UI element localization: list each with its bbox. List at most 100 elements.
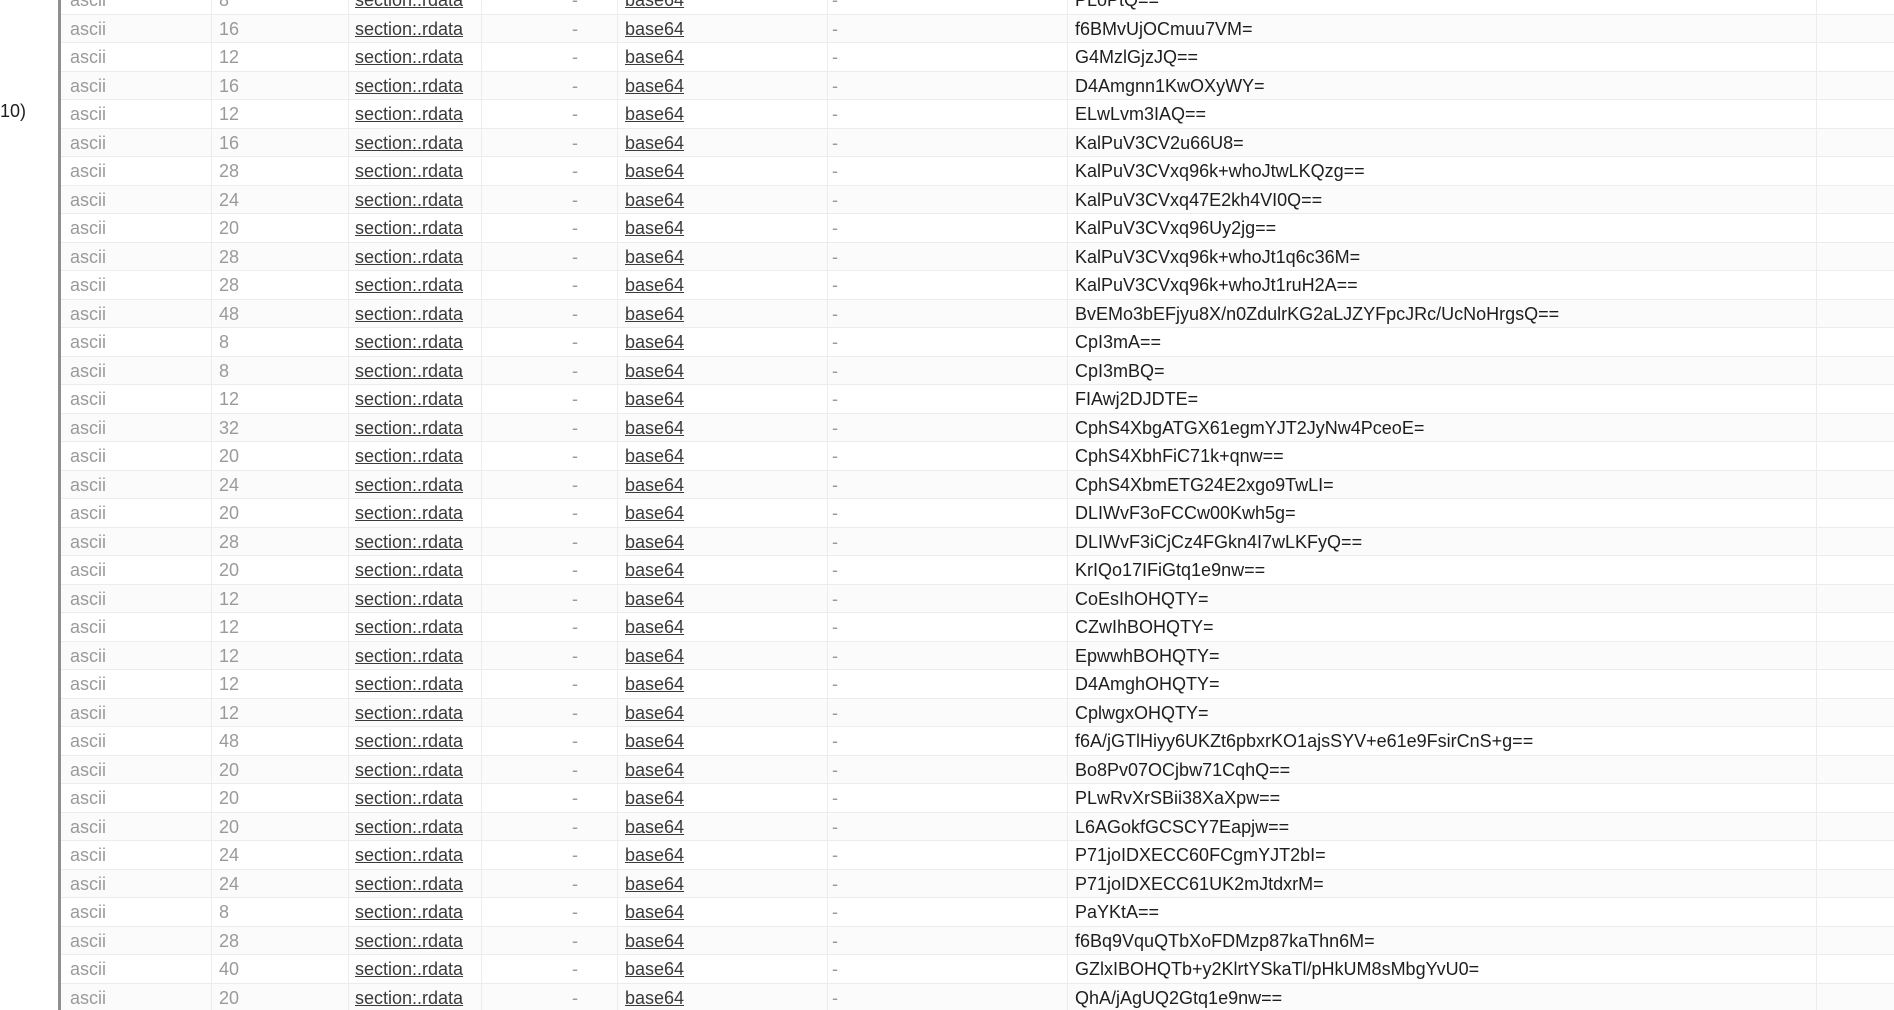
cell-encoding-link[interactable]: base64 <box>625 841 775 870</box>
table-row[interactable]: ascii 12 section:.rdata - base64 - CoEsIhOHQTY… <box>61 584 1894 614</box>
cell-location-link[interactable]: section:.rdata <box>355 984 535 1010</box>
cell-encoding-link[interactable]: base64 <box>625 214 775 243</box>
cell-encoding-link[interactable]: base64 <box>625 955 775 984</box>
cell-location-link[interactable]: section:.rdata <box>355 271 535 300</box>
cell-location-link[interactable]: section:.rdata <box>355 15 535 44</box>
table-row[interactable]: ascii 8 section:.rdata - base64 - PaYKtA== <box>61 898 1894 927</box>
cell-location-link[interactable]: section:.rdata <box>355 157 535 186</box>
cell-location-link[interactable]: section:.rdata <box>355 727 535 756</box>
table-row[interactable]: ascii 28 section:.rdata - base64 - KalPuV3CVxq… <box>61 271 1894 300</box>
table-row[interactable]: ascii 20 section:.rdata - base64 - KrIQo17IFiG… <box>61 556 1894 585</box>
table-row[interactable]: ascii 48 section:.rdata - base64 - BvEMo3bEFjy… <box>61 299 1894 329</box>
cell-encoding-link[interactable]: base64 <box>625 898 775 927</box>
cell-location-link[interactable]: section:.rdata <box>355 898 535 927</box>
table-row[interactable]: ascii 16 section:.rdata - base64 - KalPuV3CV2u… <box>61 128 1894 158</box>
cell-location-link[interactable]: section:.rdata <box>355 186 535 215</box>
cell-encoding-link[interactable]: base64 <box>625 870 775 899</box>
table-row[interactable]: ascii 20 section:.rdata - base64 - KalPuV3CVxq… <box>61 214 1894 243</box>
table-row[interactable]: ascii 8 section:.rdata - base64 - CpI3mBQ= <box>61 356 1894 386</box>
cell-encoding-link[interactable]: base64 <box>625 271 775 300</box>
cell-location-link[interactable]: section:.rdata <box>355 129 535 158</box>
cell-location-link[interactable]: section:.rdata <box>355 414 535 443</box>
cell-location-link[interactable]: section:.rdata <box>355 955 535 984</box>
table-row[interactable]: ascii 16 section:.rdata - base64 - D4Amgnn1KwO… <box>61 71 1894 101</box>
cell-encoding-link[interactable]: base64 <box>625 670 775 699</box>
cell-location-link[interactable]: section:.rdata <box>355 699 535 728</box>
table-row[interactable]: ascii 16 section:.rdata - base64 - f6BMvUjOCmu… <box>61 14 1894 44</box>
cell-encoding-link[interactable]: base64 <box>625 585 775 614</box>
table-row[interactable]: ascii 28 section:.rdata - base64 - f6Bq9VquQTb… <box>61 926 1894 956</box>
table-row[interactable]: ascii 32 section:.rdata - base64 - CphS4XbgATG… <box>61 413 1894 443</box>
cell-encoding-link[interactable]: base64 <box>625 813 775 842</box>
cell-encoding-link[interactable]: base64 <box>625 129 775 158</box>
table-row[interactable]: ascii 20 section:.rdata - base64 - DLIWvF3oFCC… <box>61 499 1894 528</box>
cell-location-link[interactable]: section:.rdata <box>355 328 535 357</box>
cell-encoding-link[interactable]: base64 <box>625 499 775 528</box>
table-row[interactable]: ascii 24 section:.rdata - base64 - CphS4XbmETG… <box>61 470 1894 500</box>
cell-encoding-link[interactable]: base64 <box>625 157 775 186</box>
cell-encoding-link[interactable]: base64 <box>625 613 775 642</box>
table-row[interactable]: ascii 8 section:.rdata - base64 - PLoPtQ== <box>61 0 1894 15</box>
cell-location-link[interactable]: section:.rdata <box>355 214 535 243</box>
cell-location-link[interactable]: section:.rdata <box>355 499 535 528</box>
table-row[interactable]: ascii 12 section:.rdata - base64 - G4MzlGjzJQ=… <box>61 43 1894 72</box>
cell-encoding-link[interactable]: base64 <box>625 756 775 785</box>
cell-location-link[interactable]: section:.rdata <box>355 442 535 471</box>
cell-encoding-link[interactable]: base64 <box>625 642 775 671</box>
cell-location-link[interactable]: section:.rdata <box>355 585 535 614</box>
cell-location-link[interactable]: section:.rdata <box>355 642 535 671</box>
cell-encoding-link[interactable]: base64 <box>625 556 775 585</box>
table-row[interactable]: ascii 12 section:.rdata - base64 - D4AmghOHQTY… <box>61 670 1894 699</box>
cell-location-link[interactable]: section:.rdata <box>355 841 535 870</box>
cell-encoding-link[interactable]: base64 <box>625 385 775 414</box>
cell-encoding-link[interactable]: base64 <box>625 984 775 1010</box>
table-row[interactable]: ascii 12 section:.rdata - base64 - CplwgxOHQTY… <box>61 698 1894 728</box>
cell-encoding-link[interactable]: base64 <box>625 328 775 357</box>
cell-encoding-link[interactable]: base64 <box>625 72 775 101</box>
table-row[interactable]: ascii 20 section:.rdata - base64 - L6AGokfGCSC… <box>61 812 1894 842</box>
cell-location-link[interactable]: section:.rdata <box>355 385 535 414</box>
cell-location-link[interactable]: section:.rdata <box>355 927 535 956</box>
table-row[interactable]: ascii 12 section:.rdata - base64 - EpwwhBOHQTY… <box>61 641 1894 671</box>
cell-location-link[interactable]: section:.rdata <box>355 72 535 101</box>
table-row[interactable]: ascii 12 section:.rdata - base64 - FIAwj2DJDTE… <box>61 385 1894 414</box>
cell-location-link[interactable]: section:.rdata <box>355 784 535 813</box>
table-row[interactable]: ascii 24 section:.rdata - base64 - P71joIDXECC… <box>61 869 1894 899</box>
cell-encoding-link[interactable]: base64 <box>625 357 775 386</box>
cell-location-link[interactable]: section:.rdata <box>355 243 535 272</box>
cell-encoding-link[interactable]: base64 <box>625 528 775 557</box>
cell-encoding-link[interactable]: base64 <box>625 699 775 728</box>
cell-location-link[interactable]: section:.rdata <box>355 670 535 699</box>
cell-location-link[interactable]: section:.rdata <box>355 870 535 899</box>
table-row[interactable]: ascii 12 section:.rdata - base64 - ELwLvm3IAQ=… <box>61 100 1894 129</box>
table-row[interactable]: ascii 28 section:.rdata - base64 - KalPuV3CVxq… <box>61 157 1894 186</box>
cell-encoding-link[interactable]: base64 <box>625 414 775 443</box>
cell-location-link[interactable]: section:.rdata <box>355 300 535 329</box>
table-row[interactable]: ascii 20 section:.rdata - base64 - PLwRvXrSBii… <box>61 784 1894 813</box>
cell-location-link[interactable]: section:.rdata <box>355 528 535 557</box>
cell-encoding-link[interactable]: base64 <box>625 300 775 329</box>
table-row[interactable]: ascii 20 section:.rdata - base64 - QhA/jAgUQ2G… <box>61 983 1894 1010</box>
cell-encoding-link[interactable]: base64 <box>625 927 775 956</box>
cell-encoding-link[interactable]: base64 <box>625 43 775 72</box>
cell-encoding-link[interactable]: base64 <box>625 100 775 129</box>
cell-location-link[interactable]: section:.rdata <box>355 357 535 386</box>
cell-encoding-link[interactable]: base64 <box>625 243 775 272</box>
cell-location-link[interactable]: section:.rdata <box>355 613 535 642</box>
cell-location-link[interactable]: section:.rdata <box>355 556 535 585</box>
cell-location-link[interactable]: section:.rdata <box>355 813 535 842</box>
cell-encoding-link[interactable]: base64 <box>625 471 775 500</box>
table-row[interactable]: ascii 28 section:.rdata - base64 - DLIWvF3iCjC… <box>61 527 1894 557</box>
table-row[interactable]: ascii 20 section:.rdata - base64 - Bo8Pv07OCjb… <box>61 755 1894 785</box>
cell-encoding-link[interactable]: base64 <box>625 0 775 15</box>
cell-location-link[interactable]: section:.rdata <box>355 756 535 785</box>
table-row[interactable]: ascii 24 section:.rdata - base64 - P71joIDXECC… <box>61 841 1894 870</box>
cell-location-link[interactable]: section:.rdata <box>355 43 535 72</box>
table-row[interactable]: ascii 24 section:.rdata - base64 - KalPuV3CVxq… <box>61 185 1894 215</box>
cell-location-link[interactable]: section:.rdata <box>355 100 535 129</box>
cell-encoding-link[interactable]: base64 <box>625 442 775 471</box>
cell-encoding-link[interactable]: base64 <box>625 727 775 756</box>
table-row[interactable]: ascii 48 section:.rdata - base64 - f6A/jGTlHiy… <box>61 727 1894 756</box>
table-row[interactable]: ascii 12 section:.rdata - base64 - CZwIhBOHQTY… <box>61 613 1894 642</box>
cell-encoding-link[interactable]: base64 <box>625 784 775 813</box>
